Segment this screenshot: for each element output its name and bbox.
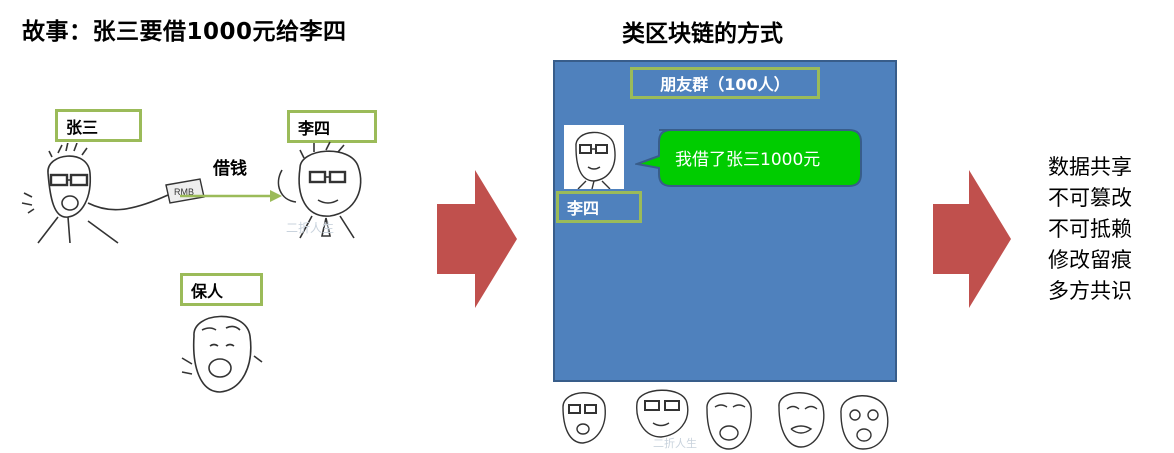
property-item: 不可抵赖	[1048, 217, 1132, 241]
lisi-sketch: 二折人生	[277, 141, 362, 239]
lend-arrow	[180, 190, 282, 202]
flow-arrow-1	[437, 170, 517, 308]
lisi-avatar	[564, 125, 624, 189]
group-label: 朋友群（100人）	[630, 67, 820, 99]
property-item: 修改留痕	[1048, 248, 1132, 272]
lisi-label: 李四	[287, 110, 377, 143]
property-item: 不可篡改	[1048, 186, 1132, 210]
blockchain-properties: 数据共享 不可篡改 不可抵赖 修改留痕 多方共识	[1048, 152, 1132, 307]
sender-label: 李四	[556, 191, 642, 223]
watermark-text: 二折人生	[286, 220, 334, 235]
property-item: 数据共享	[1048, 155, 1132, 179]
flow-arrow-2	[933, 170, 1011, 308]
group-members-row: 二折人生	[562, 389, 889, 450]
zhangsan-label: 张三	[55, 109, 142, 142]
lend-label: 借钱	[213, 159, 247, 179]
message-text: 我借了张三1000元	[675, 150, 821, 170]
blockchain-title: 类区块链的方式	[622, 21, 783, 47]
guarantor-label: 保人	[180, 273, 263, 306]
story-title: 故事：张三要借1000元给李四	[22, 19, 347, 45]
guarantor-sketch	[181, 315, 263, 393]
members-watermark-text: 二折人生	[653, 436, 697, 450]
property-item: 多方共识	[1048, 279, 1132, 303]
